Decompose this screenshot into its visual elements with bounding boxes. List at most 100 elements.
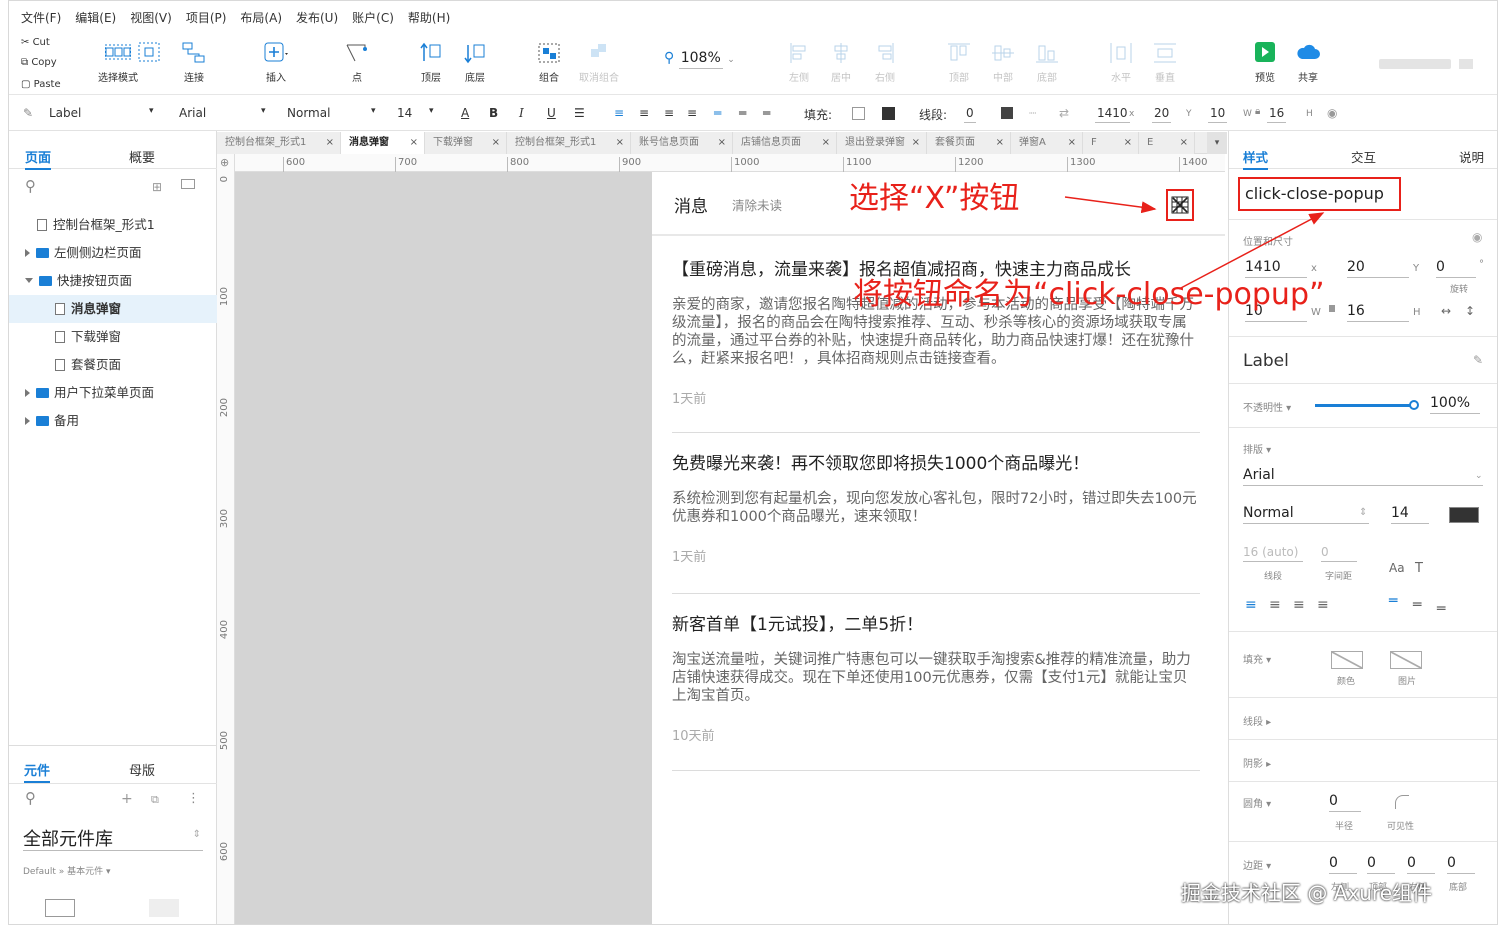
- close-tab-icon[interactable]: ×: [996, 132, 1004, 154]
- menu-publish[interactable]: 发布(U): [296, 9, 338, 26]
- font-dropdown[interactable]: Arial: [179, 106, 206, 120]
- menu-edit[interactable]: 编辑(E): [75, 9, 116, 26]
- clear-unread-link[interactable]: 清除未读: [732, 195, 782, 214]
- page-tab[interactable]: 套餐页面 ×: [927, 132, 1011, 154]
- valign-bottom-icon[interactable]: ═: [763, 106, 770, 120]
- bold-icon[interactable]: B: [489, 106, 498, 120]
- close-tab-icon[interactable]: ×: [912, 132, 920, 154]
- tree-item[interactable]: 快捷按钮页面: [9, 267, 217, 295]
- tree-item[interactable]: 用户下拉菜单页面: [9, 379, 217, 407]
- para-valign-middle-icon[interactable]: ═: [1413, 597, 1421, 613]
- distribute-horizontal-button[interactable]: 水平: [1107, 41, 1135, 84]
- bullet-list-icon[interactable]: ☰: [574, 106, 585, 120]
- para-valign-top-icon[interactable]: ═: [1389, 593, 1397, 609]
- para-align-center-icon[interactable]: ≡: [1269, 597, 1281, 613]
- page-tab[interactable]: 控制台框架_形式1 ×: [507, 132, 631, 154]
- expand-arrow-icon[interactable]: [25, 389, 30, 397]
- tab-pages[interactable]: 页面: [25, 147, 52, 170]
- page-tab[interactable]: 控制台框架_形式1 ×: [217, 132, 341, 154]
- close-tab-icon[interactable]: ×: [1124, 132, 1132, 154]
- align-left-button[interactable]: 左侧: [785, 41, 813, 84]
- fit-height-icon[interactable]: ↕: [1465, 304, 1475, 318]
- more-vertical-icon[interactable]: ⋮: [187, 791, 200, 806]
- lock-icon[interactable]: 🔒︎: [1255, 106, 1260, 117]
- close-tab-icon[interactable]: ×: [492, 132, 500, 154]
- w-input[interactable]: 10: [1208, 106, 1228, 123]
- arrow-style-icon[interactable]: ⇄: [1059, 106, 1069, 120]
- tab-outline[interactable]: 概要: [129, 147, 155, 166]
- insert-button[interactable]: 插入: [259, 41, 293, 84]
- corner-radius-icon[interactable]: [1395, 795, 1409, 809]
- page-tab[interactable]: 弹窗A ×: [1011, 132, 1083, 154]
- font-family-field[interactable]: Arial: [1243, 467, 1483, 486]
- collapse-arrow-icon[interactable]: [25, 278, 33, 283]
- paste-button[interactable]: ▢ Paste: [21, 79, 61, 90]
- y-field[interactable]: 20: [1347, 259, 1409, 278]
- library-path[interactable]: Default » 基本元件 ▾: [23, 864, 111, 877]
- opacity-slider-track[interactable]: [1315, 404, 1411, 407]
- ungroup-button[interactable]: 取消组合: [577, 41, 621, 84]
- user-avatar-blur[interactable]: [1379, 59, 1451, 69]
- tree-item[interactable]: 左侧侧边栏页面: [9, 239, 217, 267]
- page-tab[interactable]: E ×: [1139, 132, 1195, 154]
- valign-middle-icon[interactable]: ═: [739, 106, 746, 120]
- aspect-lock-icon[interactable]: [1329, 305, 1335, 312]
- cut-button[interactable]: ✂ Cut: [21, 37, 50, 48]
- tree-item[interactable]: 套餐页面: [9, 351, 217, 379]
- page-tab[interactable]: 下载弹窗 ×: [425, 132, 507, 154]
- underline-icon[interactable]: U: [547, 106, 556, 120]
- fill-color-box[interactable]: [1331, 651, 1363, 669]
- widget-search-icon[interactable]: ⚲: [25, 789, 36, 807]
- para-justify-icon[interactable]: ≡: [1317, 597, 1329, 613]
- char-spacing-field[interactable]: 0: [1321, 545, 1357, 562]
- fill-image-box[interactable]: [1390, 651, 1422, 669]
- menu-help[interactable]: 帮助(H): [408, 9, 450, 26]
- tree-item[interactable]: 备用: [9, 407, 217, 435]
- point-button[interactable]: 点: [343, 41, 371, 84]
- bring-top-button[interactable]: 顶层: [417, 41, 445, 84]
- padding-right-field[interactable]: 0: [1407, 855, 1435, 874]
- add-page-icon[interactable]: ⊞: [152, 180, 162, 194]
- text-shadow-icon[interactable]: T: [1415, 561, 1423, 576]
- widget-name-input[interactable]: click-close-popup: [1238, 177, 1401, 211]
- tree-item-selected[interactable]: 消息弹窗: [9, 295, 217, 323]
- para-align-right-icon[interactable]: ≡: [1293, 597, 1305, 613]
- fit-width-icon[interactable]: ↔: [1441, 304, 1451, 318]
- menu-account[interactable]: 账户(C): [352, 9, 394, 26]
- size-dropdown[interactable]: 14: [397, 106, 412, 120]
- menu-file[interactable]: 文件(F): [21, 9, 61, 26]
- line-color-swatch[interactable]: [1001, 107, 1013, 119]
- para-valign-bottom-icon[interactable]: ═: [1437, 601, 1445, 617]
- close-tab-icon[interactable]: ×: [1068, 132, 1076, 154]
- tab-list-dropdown-icon[interactable]: ▾: [1207, 132, 1227, 154]
- library-select[interactable]: 全部元件库 ⇕: [23, 825, 203, 851]
- tab-masters[interactable]: 母版: [129, 760, 155, 779]
- message-item[interactable]: 免费曝光来袭！再不领取您即将损失1000个商品曝光！ 系统检测到您有起量机会，现…: [672, 452, 1200, 594]
- tab-style[interactable]: 样式: [1243, 147, 1269, 170]
- message-item[interactable]: 新客首单【1元试投】，二单5折！ 淘宝送流量啦，关键词推广特惠包可以一键获取手淘…: [672, 613, 1200, 771]
- send-bottom-button[interactable]: 底层: [461, 41, 489, 84]
- edit-style-icon[interactable]: ✎: [1473, 353, 1483, 367]
- zoom-control[interactable]: ⚲ 108% ⌄: [664, 50, 735, 69]
- text-align-center-icon[interactable]: ≡: [639, 106, 649, 120]
- h-field[interactable]: 16: [1347, 303, 1409, 322]
- padding-bottom-field[interactable]: 0: [1447, 855, 1475, 874]
- menu-view[interactable]: 视图(V): [130, 9, 172, 26]
- tree-item[interactable]: 控制台框架_形式1: [9, 211, 217, 239]
- expand-arrow-icon[interactable]: [25, 417, 30, 425]
- text-align-right-icon[interactable]: ≡: [664, 106, 674, 120]
- share-button[interactable]: 共享: [1293, 41, 1323, 84]
- tree-item[interactable]: 下载弹窗: [9, 323, 217, 351]
- close-tab-icon[interactable]: ×: [1180, 132, 1188, 154]
- tab-interactions[interactable]: 交互: [1351, 147, 1376, 166]
- preview-button[interactable]: 预览: [1251, 41, 1279, 84]
- menu-layout[interactable]: 布局(A): [240, 9, 282, 26]
- line-height-field[interactable]: 16 (auto): [1243, 545, 1303, 562]
- font-color-swatch[interactable]: [1449, 507, 1479, 523]
- padding-left-field[interactable]: 0: [1329, 855, 1357, 874]
- text-justify-icon[interactable]: ≡: [687, 106, 697, 120]
- add-library-icon[interactable]: +: [121, 791, 133, 807]
- distribute-vertical-button[interactable]: 垂直: [1151, 41, 1179, 84]
- align-right-button[interactable]: 右侧: [871, 41, 899, 84]
- close-tab-icon[interactable]: ×: [616, 132, 624, 154]
